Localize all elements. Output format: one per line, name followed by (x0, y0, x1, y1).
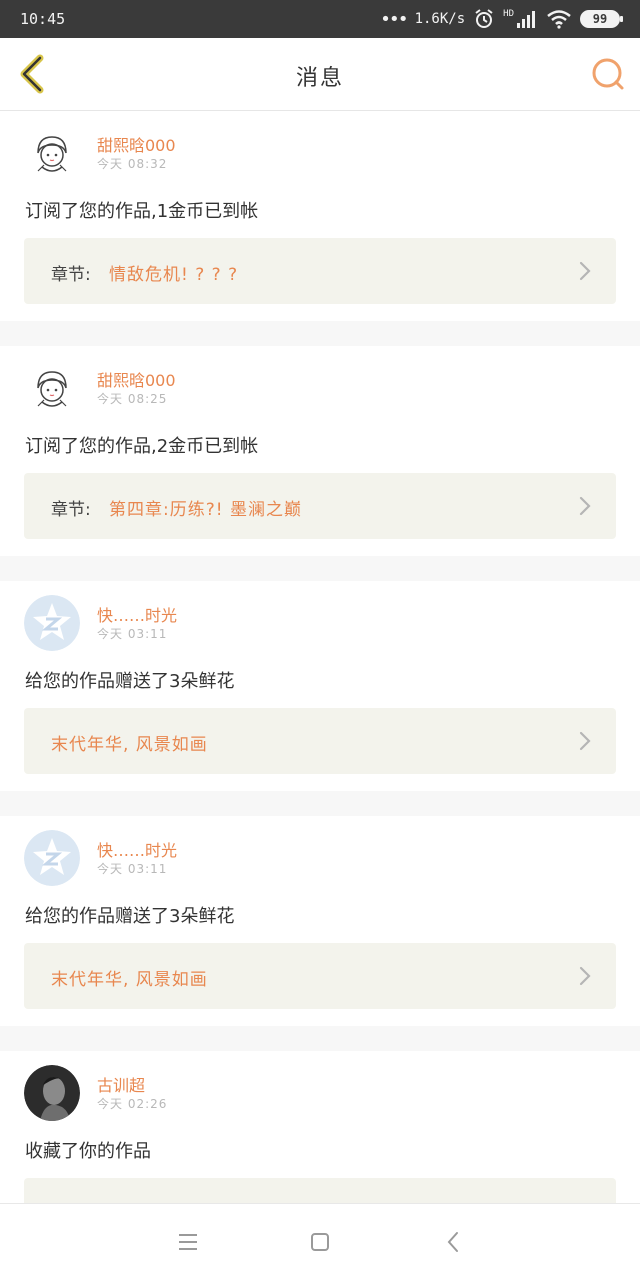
sender-name[interactable]: 甜熙晗000 (97, 367, 176, 391)
page-title: 消息 (295, 66, 344, 91)
chevron-right-icon (579, 966, 591, 986)
chevron-right-icon (579, 731, 591, 751)
default-star-avatar[interactable] (24, 595, 80, 651)
message-time: 今天 02:26 (97, 1097, 168, 1111)
chevron-right-icon (579, 261, 591, 281)
system-navigation-bar (0, 1203, 640, 1281)
dots-icon: ••• (380, 8, 408, 30)
signal-icon (517, 11, 535, 28)
work-title: 末代年华, 风景如画 (51, 735, 208, 755)
chapter-title: 第四章:历练?! 墨澜之巅 (109, 500, 302, 520)
girl-sketch-avatar[interactable] (24, 360, 80, 416)
battery-icon: 99 (580, 10, 623, 28)
sender-name[interactable]: 古训超 (97, 1072, 145, 1096)
message-text: 给您的作品赠送了3朵鲜花 (25, 906, 235, 927)
wifi-icon (547, 10, 571, 29)
work-link[interactable]: 末代年华, 风景如画 (24, 943, 616, 1009)
message-card: 快……时光 今天 03:11 给您的作品赠送了3朵鲜花 末代年华, 风景如画 (0, 816, 640, 1026)
message-time: 今天 03:11 (97, 627, 168, 641)
network-type: HD (503, 9, 514, 19)
message-card: 快……时光 今天 03:11 给您的作品赠送了3朵鲜花 末代年华, 风景如画 (0, 581, 640, 791)
photo-avatar-icon (24, 1065, 80, 1121)
home-square-icon[interactable] (308, 1230, 332, 1254)
message-time: 今天 08:32 (97, 157, 168, 171)
default-star-avatar-icon (24, 595, 80, 651)
chevron-right-icon (579, 496, 591, 516)
search-icon[interactable] (588, 54, 628, 94)
status-icons: ••• 1.6K/s HD 99 (380, 8, 623, 30)
girl-sketch-avatar-icon (24, 125, 80, 181)
work-link[interactable] (24, 1178, 616, 1203)
sender-name[interactable]: 快……时光 (97, 837, 177, 861)
message-list[interactable]: 甜熙晗000 今天 08:32 订阅了您的作品,1金币已到帐 章节: 情敌危机!… (0, 111, 640, 1203)
work-link[interactable]: 末代年华, 风景如画 (24, 708, 616, 774)
top-navigation-bar: 消息 (0, 38, 640, 111)
photo-avatar[interactable] (24, 1065, 80, 1121)
message-card: 甜熙晗000 今天 08:32 订阅了您的作品,1金币已到帐 章节: 情敌危机!… (0, 111, 640, 321)
sender-name[interactable]: 甜熙晗000 (97, 132, 176, 156)
message-text: 订阅了您的作品,2金币已到帐 (25, 436, 259, 457)
chapter-link[interactable]: 章节: 情敌危机! ? ? ? (24, 238, 616, 304)
default-star-avatar-icon (24, 830, 80, 886)
work-title: 末代年华, 风景如画 (51, 970, 208, 990)
battery-level: 99 (592, 12, 608, 26)
chapter-title: 情敌危机! ? ? ? (109, 265, 239, 285)
alarm-icon (475, 9, 493, 28)
default-star-avatar[interactable] (24, 830, 80, 886)
chapter-link[interactable]: 章节: 第四章:历练?! 墨澜之巅 (24, 473, 616, 539)
girl-sketch-avatar[interactable] (24, 125, 80, 181)
message-card: 古训超 今天 02:26 收藏了你的作品 (0, 1051, 640, 1203)
message-text: 收藏了你的作品 (25, 1141, 151, 1162)
message-time: 今天 03:11 (97, 862, 168, 876)
status-bar: 10:45 ••• 1.6K/s HD 99 (0, 0, 640, 38)
chapter-label: 章节: (51, 500, 91, 520)
message-time: 今天 08:25 (97, 392, 168, 406)
sender-name[interactable]: 快……时光 (97, 602, 177, 626)
back-triangle-icon[interactable] (442, 1230, 466, 1254)
menu-icon[interactable] (176, 1230, 200, 1254)
chapter-label: 章节: (51, 265, 91, 285)
status-time: 10:45 (20, 10, 66, 28)
message-text: 订阅了您的作品,1金币已到帐 (25, 201, 259, 222)
network-speed: 1.6K/s (414, 11, 466, 27)
message-text: 给您的作品赠送了3朵鲜花 (25, 671, 235, 692)
message-card: 甜熙晗000 今天 08:25 订阅了您的作品,2金币已到帐 章节: 第四章:历… (0, 346, 640, 556)
girl-sketch-avatar-icon (24, 360, 80, 416)
